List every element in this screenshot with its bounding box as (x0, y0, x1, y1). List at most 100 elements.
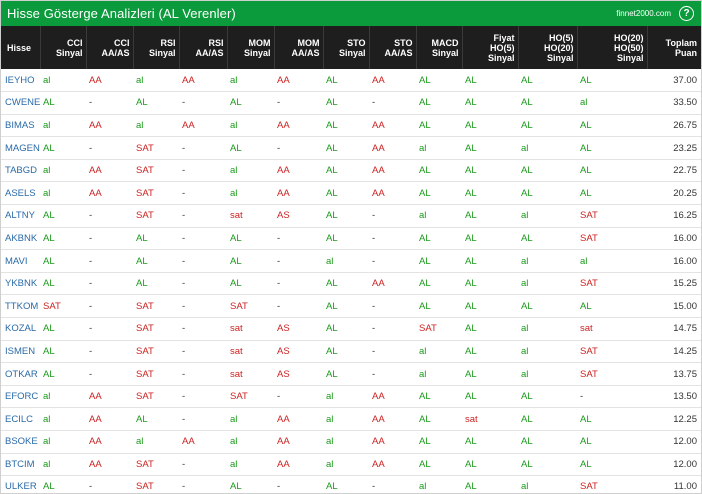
symbol-link[interactable]: MAGEN (1, 136, 40, 160)
signal-cell: AA (369, 407, 416, 431)
symbol-link[interactable]: TTKOM (1, 294, 40, 319)
signal-cell: AL (462, 91, 518, 115)
signal-cell: AL (416, 272, 462, 296)
signal-cell: AL (462, 294, 518, 319)
signal-cell: AA (369, 430, 416, 454)
column-header-9[interactable]: MACD Sinyal (416, 26, 463, 69)
signal-cell: AL (40, 317, 86, 341)
column-header-line: Toplam (665, 37, 697, 48)
total-score: 12.00 (647, 430, 701, 454)
signal-cell: SAT (133, 340, 179, 364)
column-header-line: HO(20) (613, 32, 644, 43)
total-score: 26.75 (647, 114, 701, 138)
signal-cell: AL (416, 181, 462, 206)
signal-cell: SAT (577, 340, 647, 364)
signal-cell: SAT (133, 475, 179, 493)
symbol-link[interactable]: ALTNY (1, 204, 40, 228)
signal-cell: al (133, 430, 179, 454)
symbol-link[interactable]: BSOKE (1, 430, 40, 454)
signal-cell: AL (40, 272, 86, 296)
symbol-link[interactable]: IEYHO (1, 69, 40, 93)
signal-cell: al (40, 69, 86, 93)
column-header-line: Hisse (7, 42, 32, 53)
column-header-1[interactable]: CCI Sinyal (40, 26, 87, 69)
symbol-link[interactable]: ULKER (1, 475, 40, 493)
symbol-link[interactable]: TABGD (1, 159, 40, 183)
column-header-line: STO (347, 37, 366, 48)
symbol-link[interactable]: BTCIM (1, 453, 40, 477)
column-header-8[interactable]: STO AA/AS (369, 26, 417, 69)
signal-cell: - (274, 294, 323, 319)
column-header-line: HO(20) (543, 42, 574, 53)
signal-cell: AL (462, 249, 518, 273)
signal-cell: AA (274, 453, 323, 477)
signal-cell: AL (462, 453, 518, 477)
symbol-link[interactable]: BIMAS (1, 114, 40, 138)
signal-cell: - (274, 227, 323, 251)
table-row: KOZAL AL - SAT - sat AS AL - SAT AL al sat 14.75 (1, 317, 701, 341)
column-header-5[interactable]: MOM Sinyal (227, 26, 275, 69)
signal-cell: AL (462, 69, 518, 93)
symbol-link[interactable]: ECILC (1, 407, 40, 431)
signal-cell: - (179, 181, 227, 206)
signal-cell: - (86, 204, 133, 228)
signal-cell: SAT (133, 385, 179, 409)
column-header-2[interactable]: CCI AA/AS (86, 26, 134, 69)
table-body: IEYHO al AA al AA al AA AL AA AL AL AL AL 37.00 CWENE A… (1, 69, 701, 493)
column-header-line: Sinyal (431, 47, 459, 58)
column-header-4[interactable]: RSI AA/AS (179, 26, 228, 69)
signal-cell: al (518, 340, 577, 364)
column-header-13[interactable]: Toplam Puan (647, 26, 701, 69)
signal-cell: - (274, 272, 323, 296)
signal-cell: AS (274, 204, 323, 228)
signal-cell: AL (577, 69, 647, 93)
column-header-6[interactable]: MOM AA/AS (274, 26, 324, 69)
signal-cell: AS (274, 317, 323, 341)
column-header-7[interactable]: STO Sinyal (323, 26, 370, 69)
table-row: ECILC al AA AL - al AA al AA AL sat AL AL 12.25 (1, 407, 701, 431)
symbol-link[interactable]: CWENE (1, 91, 40, 115)
signal-cell: AL (323, 136, 369, 160)
signal-cell: al (40, 407, 86, 431)
signal-cell: - (369, 294, 416, 319)
table-row: BTCIM al AA SAT - al AA al AA AL AL AL AL 12.00 (1, 453, 701, 477)
symbol-link[interactable]: ASELS (1, 181, 40, 206)
signal-cell: al (416, 136, 462, 160)
signal-cell: SAT (133, 159, 179, 183)
symbol-link[interactable]: ISMEN (1, 340, 40, 364)
signal-cell: AL (462, 114, 518, 138)
column-header-11[interactable]: HO(5) HO(20) Sinyal (518, 26, 578, 69)
column-header-0[interactable]: Hisse (1, 26, 41, 69)
signal-cell: AA (86, 385, 133, 409)
brand-link[interactable]: finnet2000.com (616, 9, 671, 18)
symbol-link[interactable]: OTKAR (1, 362, 40, 386)
signal-cell: - (369, 362, 416, 386)
signal-cell: sat (577, 317, 647, 341)
total-score: 16.00 (647, 227, 701, 251)
column-header-line: Sinyal (148, 47, 176, 58)
signal-cell: AL (323, 114, 369, 138)
symbol-link[interactable]: MAVI (1, 249, 40, 273)
signal-cell: SAT (133, 204, 179, 228)
signal-cell: AA (274, 114, 323, 138)
signal-cell: AL (133, 227, 179, 251)
column-header-3[interactable]: RSI Sinyal (133, 26, 180, 69)
symbol-link[interactable]: KOZAL (1, 317, 40, 341)
column-header-10[interactable]: Fiyat HO(5) Sinyal (462, 26, 519, 69)
indicator-table: Hisse CCI Sinyal CCI AA/AS RSI Sinyal RSI AA/AS M… (1, 26, 701, 493)
signal-cell: AL (40, 91, 86, 115)
symbol-link[interactable]: EFORC (1, 385, 40, 409)
symbol-link[interactable]: AKBNK (1, 227, 40, 251)
signal-cell: sat (227, 340, 274, 364)
signal-cell: AL (518, 453, 577, 477)
symbol-link[interactable]: YKBNK (1, 272, 40, 296)
signal-cell: - (577, 385, 647, 409)
signal-cell: - (86, 317, 133, 341)
column-header-12[interactable]: HO(20) HO(50) Sinyal (577, 26, 648, 69)
column-header-line: MOM (297, 37, 320, 48)
signal-cell: AL (577, 181, 647, 206)
help-icon[interactable]: ? (679, 6, 694, 21)
signal-cell: SAT (577, 272, 647, 296)
signal-cell: al (227, 114, 274, 138)
total-score: 33.50 (647, 91, 701, 115)
